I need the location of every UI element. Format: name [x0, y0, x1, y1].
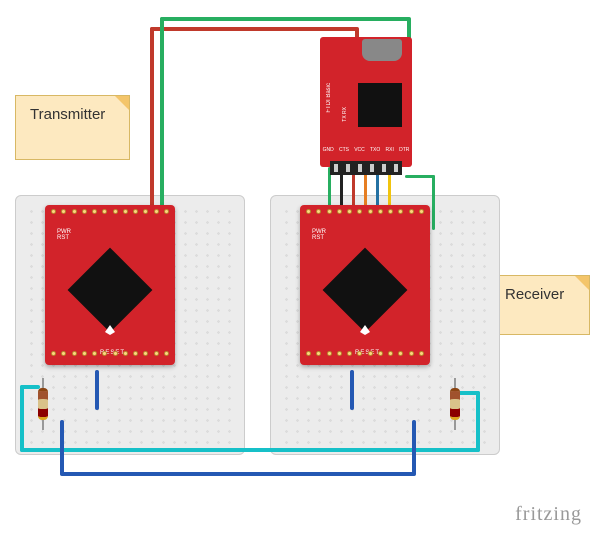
- credit-text: fritzing: [515, 503, 582, 526]
- promicro-pwr-label: PWRRST: [312, 229, 326, 241]
- ftdi-pin-labels: GNDCTSVCCTXORXIDTR: [320, 147, 412, 153]
- promicro-pins-top: [51, 209, 169, 219]
- ftdi-txrx-label: TX RX: [342, 107, 348, 122]
- note-receiver: Receiver: [490, 275, 590, 335]
- wire-red: [150, 27, 358, 31]
- note-fold: [115, 96, 129, 110]
- promicro-pwr-label: PWRRST: [57, 229, 71, 241]
- note-transmitter: Transmitter: [15, 95, 130, 160]
- wire-green: [405, 175, 435, 178]
- wire-green: [160, 17, 164, 227]
- ftdi-title: FTDI Basic: [326, 83, 332, 113]
- wire-red: [150, 27, 154, 227]
- promicro-receiver: PWRRST RESET: [300, 205, 430, 365]
- chip-icon: [323, 248, 408, 333]
- wire-cyan: [476, 391, 480, 452]
- resistor-right: [450, 378, 460, 430]
- promicro-pins-bottom: [51, 351, 169, 361]
- wire-blue: [350, 370, 354, 410]
- note-receiver-text: Receiver: [505, 286, 564, 303]
- ftdi-basic: FTDI Basic TX RX GNDCTSVCCTXORXIDTR: [320, 37, 412, 167]
- wire-blue: [60, 420, 64, 475]
- wire-blue: [60, 472, 415, 476]
- wire-blue: [95, 370, 99, 410]
- wire-cyan: [20, 385, 24, 452]
- wire-green: [432, 175, 435, 230]
- wire-cyan: [20, 448, 480, 452]
- promicro-pins-top: [306, 209, 424, 219]
- note-fold: [575, 276, 589, 290]
- wire-green: [160, 17, 410, 21]
- promicro-pins-bottom: [306, 351, 424, 361]
- usb-mini-icon: [362, 39, 402, 61]
- promicro-transmitter: PWRRST RESET: [45, 205, 175, 365]
- chip-icon: [358, 83, 402, 127]
- chip-icon: [68, 248, 153, 333]
- resistor-left: [38, 378, 48, 430]
- note-transmitter-text: Transmitter: [30, 106, 105, 123]
- ftdi-header: [330, 161, 402, 175]
- wire-blue: [412, 420, 416, 476]
- wire-cyan: [20, 385, 40, 389]
